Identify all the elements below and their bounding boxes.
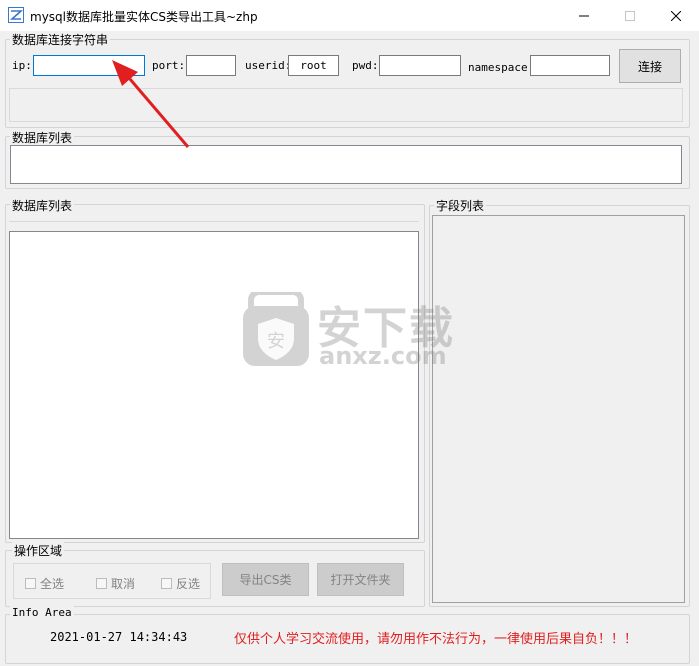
close-icon <box>671 10 681 21</box>
invert-box <box>161 578 172 589</box>
export-cs-button[interactable]: 导出CS类 <box>222 563 309 596</box>
title-bar: mysql数据库批量实体CS类导出工具~zhp <box>0 0 699 31</box>
field-list-box[interactable] <box>432 215 685 603</box>
namespace-input[interactable] <box>530 55 610 76</box>
app-icon <box>8 7 24 23</box>
db-list-main-legend: 数据库列表 <box>10 197 75 214</box>
userid-label: userid: <box>245 59 292 72</box>
maximize-button[interactable] <box>607 0 653 31</box>
red-arrow-icon <box>112 60 190 148</box>
cancel-label: 取消 <box>111 577 136 591</box>
connect-button[interactable]: 连接 <box>619 49 681 83</box>
select-all-label: 全选 <box>40 577 65 591</box>
ip-label: ip: <box>12 59 32 72</box>
invert-label: 反选 <box>176 577 201 591</box>
select-all-checkbox[interactable]: 全选 <box>25 575 64 592</box>
maximize-icon <box>625 10 635 21</box>
timestamp: 2021-01-27 14:34:43 <box>50 630 188 644</box>
pwd-label: pwd: <box>352 59 379 72</box>
minimize-icon <box>579 15 589 16</box>
minimize-button[interactable] <box>561 0 607 31</box>
select-all-box <box>25 578 36 589</box>
field-list-legend: 字段列表 <box>434 197 487 214</box>
namespace-label: namespace: <box>468 61 535 74</box>
db-list-top-legend: 数据库列表 <box>10 129 75 146</box>
pwd-input[interactable] <box>379 55 461 76</box>
cancel-box <box>96 578 107 589</box>
connection-legend: 数据库连接字符串 <box>10 31 111 48</box>
userid-input[interactable]: root <box>288 55 339 76</box>
db-list-divider <box>9 221 419 222</box>
open-folder-button[interactable]: 打开文件夹 <box>317 563 404 596</box>
close-button[interactable] <box>653 0 699 31</box>
notice-text: 仅供个人学习交流使用，请勿用作不法行为，一律使用后果自负！！！ <box>234 632 638 647</box>
operations-legend: 操作区域 <box>12 542 65 559</box>
window-title: mysql数据库批量实体CS类导出工具~zhp <box>30 10 258 24</box>
info-legend: Info Area <box>10 606 74 619</box>
cancel-checkbox[interactable]: 取消 <box>96 575 135 592</box>
invert-checkbox[interactable]: 反选 <box>161 575 200 592</box>
db-list-main-box[interactable] <box>9 231 419 539</box>
